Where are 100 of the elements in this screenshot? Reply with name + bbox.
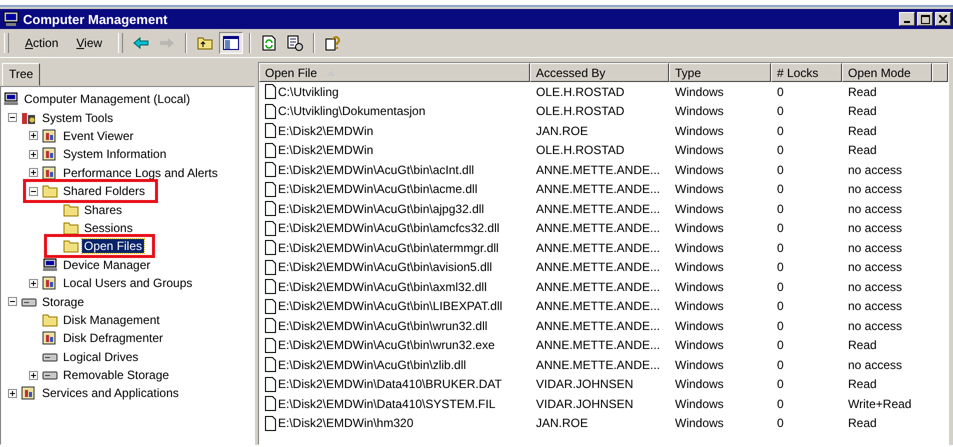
column-title: # Locks xyxy=(777,66,818,80)
table-cell: ANNE.METTE.ANDE... xyxy=(536,260,660,274)
tree-item[interactable]: Logical Drives xyxy=(61,350,140,364)
tree-item[interactable]: Event Viewer xyxy=(61,128,136,143)
folder-icon xyxy=(42,184,58,198)
file-icon xyxy=(265,240,276,256)
column-header[interactable]: Type xyxy=(669,63,771,82)
table-cell: ANNE.METTE.ANDE... xyxy=(536,240,660,255)
app-icon xyxy=(42,276,58,290)
minimize-button[interactable] xyxy=(899,12,915,26)
tree-item[interactable]: Shares xyxy=(82,202,124,217)
collapse-icon[interactable] xyxy=(28,186,39,197)
table-cell: Windows xyxy=(675,143,724,158)
tree-item[interactable]: System Tools xyxy=(40,110,116,125)
file-path: E:\Disk2\EMDWin\AcuGt\bin\acInt.dll xyxy=(278,162,474,177)
app-icon xyxy=(42,128,58,143)
tree-item[interactable]: Open Files xyxy=(82,239,144,254)
table-cell: Windows xyxy=(675,318,724,333)
column-header[interactable]: Open File xyxy=(259,63,530,82)
table-cell: Write+Read xyxy=(848,396,912,411)
tree-button[interactable] xyxy=(219,32,244,54)
table-cell: ANNE.METTE.ANDE... xyxy=(536,182,660,196)
app-icon xyxy=(42,166,58,180)
file-path: E:\Disk2\EMDWin\Data410\SYSTEM.FIL xyxy=(278,396,496,411)
computer-icon xyxy=(3,92,19,106)
file-icon xyxy=(265,123,276,138)
file-path: E:\Disk2\EMDWin\AcuGt\bin\avision5.dll xyxy=(278,260,492,274)
table-cell: ANNE.METTE.ANDE... xyxy=(536,221,660,236)
table-cell: Read xyxy=(848,104,877,118)
menu-item[interactable]: Action xyxy=(17,34,66,52)
menu-item[interactable]: View xyxy=(68,34,110,52)
expand-icon[interactable] xyxy=(28,278,39,289)
tree-item[interactable]: Shared Folders xyxy=(61,184,148,198)
table-cell: 0 xyxy=(777,240,784,255)
window-title: Computer Management xyxy=(23,12,168,26)
tree-item[interactable]: Computer Management (Local) xyxy=(22,92,192,106)
collapse-icon[interactable] xyxy=(7,296,18,307)
table-cell: no access xyxy=(848,318,902,333)
column-header[interactable]: Open Mode xyxy=(842,63,932,82)
collapse-icon[interactable] xyxy=(7,112,18,124)
expand-icon[interactable] xyxy=(7,388,18,399)
file-icon xyxy=(265,376,276,392)
table-cell: 0 xyxy=(777,377,784,392)
file-icon xyxy=(265,357,276,372)
file-path: E:\Disk2\EMDWin\Data410\BRUKER.DAT xyxy=(278,377,502,392)
table-cell: no access xyxy=(848,299,902,314)
table-cell: 0 xyxy=(777,318,784,333)
column-header[interactable]: Accessed By xyxy=(530,63,669,82)
tree-item[interactable]: Performance Logs and Alerts xyxy=(61,166,220,180)
tree-item[interactable]: Storage xyxy=(40,294,86,308)
expand-icon[interactable] xyxy=(28,370,39,381)
maximize-button[interactable] xyxy=(917,12,933,26)
expand-icon[interactable] xyxy=(28,148,39,160)
table-cell: ANNE.METTE.ANDE... xyxy=(536,358,660,372)
file-icon xyxy=(265,142,276,158)
file-path: E:\Disk2\EMDWin\hm320 xyxy=(278,416,414,430)
column-header[interactable]: # Locks xyxy=(771,63,842,82)
tree-item[interactable]: Disk Management xyxy=(61,312,162,327)
file-path: E:\Disk2\EMDWin xyxy=(278,143,374,158)
table-cell: Windows xyxy=(675,221,724,236)
table-cell: 0 xyxy=(777,221,784,236)
expand-icon[interactable] xyxy=(28,167,39,178)
file-icon xyxy=(265,338,276,353)
table-cell: ANNE.METTE.ANDE... xyxy=(536,338,660,352)
table-cell: Read xyxy=(848,338,877,352)
table-cell: 0 xyxy=(777,260,784,274)
tree-item[interactable]: Local Users and Groups xyxy=(61,276,194,290)
tree-tab[interactable]: Tree xyxy=(2,63,40,86)
table-cell: 0 xyxy=(777,299,784,314)
file-path: E:\Disk2\EMDWin\AcuGt\bin\ajpg32.dll xyxy=(278,202,484,216)
file-icon xyxy=(265,396,276,412)
table-cell: ANNE.METTE.ANDE... xyxy=(536,299,660,314)
tree-item[interactable]: Device Manager xyxy=(61,258,152,272)
maximize-icon xyxy=(920,14,930,24)
table-cell: Read xyxy=(848,84,877,99)
table-cell: no access xyxy=(848,162,902,177)
app-icon xyxy=(21,386,37,400)
table-cell: Windows xyxy=(675,182,724,196)
tree-item[interactable]: Disk Defragmenter xyxy=(61,331,166,346)
tree-item[interactable]: Services and Applications xyxy=(40,386,181,400)
table-cell: Windows xyxy=(675,202,724,216)
tree-item[interactable]: System Information xyxy=(61,147,168,162)
tree-item[interactable]: Removable Storage xyxy=(61,368,172,382)
file-path: E:\Disk2\EMDWin\AcuGt\bin\amcfcs32.dll xyxy=(278,221,500,236)
table-cell: 0 xyxy=(777,358,784,372)
file-icon xyxy=(265,279,276,294)
close-button[interactable] xyxy=(935,12,951,26)
file-icon xyxy=(265,298,276,314)
file-icon xyxy=(265,260,276,275)
tree-item[interactable]: Sessions xyxy=(82,220,135,235)
file-path: E:\Disk2\EMDWin\AcuGt\bin\acme.dll xyxy=(278,182,478,196)
table-cell: JAN.ROE xyxy=(536,416,588,430)
column-title: Open File xyxy=(265,66,318,80)
table-cell: Windows xyxy=(675,396,724,411)
expand-icon[interactable] xyxy=(28,130,39,142)
table-cell: 0 xyxy=(777,202,784,216)
table-cell: ANNE.METTE.ANDE... xyxy=(536,202,660,216)
table-cell: OLE.H.ROSTAD xyxy=(536,84,624,99)
table-cell: Windows xyxy=(675,124,724,138)
table-cell: Windows xyxy=(675,338,724,352)
